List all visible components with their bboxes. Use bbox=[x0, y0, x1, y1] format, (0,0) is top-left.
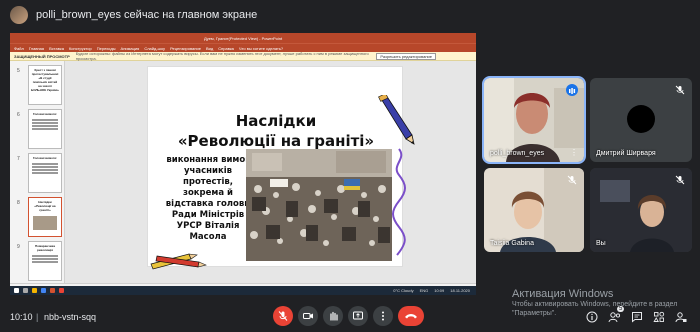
more-options-button[interactable] bbox=[373, 306, 393, 326]
participant-name: Дмитрий Ширваря bbox=[596, 150, 656, 157]
slide-title: Наслідки «Революції на граніті» bbox=[166, 111, 386, 151]
app-icon bbox=[59, 288, 64, 293]
ribbon-tab: Слайд-шоу bbox=[144, 45, 166, 51]
mic-off-icon bbox=[675, 85, 685, 95]
info-icon bbox=[586, 311, 598, 323]
separator: | bbox=[36, 312, 39, 322]
camera-icon bbox=[303, 313, 313, 319]
pencils-decoration-icon bbox=[150, 253, 207, 270]
slide-thumbnail: 9 Помаранчева революція bbox=[17, 241, 62, 281]
ribbon-tab: Переходы bbox=[96, 45, 116, 51]
activities-button[interactable] bbox=[652, 310, 666, 324]
powerpoint-body: 5 Хрест з панові протестувальникі «В сту… bbox=[10, 61, 476, 283]
hang-up-icon bbox=[405, 314, 417, 319]
thumbnail-number: 8 bbox=[17, 200, 20, 206]
shared-taskbar: 0°C Cloudy ENG 10:09 18.11.2020 bbox=[10, 286, 476, 295]
slide-thumbnail: 6 Головні вимоги: bbox=[17, 109, 62, 149]
taskbar-language: ENG bbox=[419, 288, 429, 293]
ribbon-tab: Рецензирование bbox=[170, 45, 201, 51]
window-title: Дуем, Гранит(Protected View) - PowerPoin… bbox=[203, 35, 283, 41]
more-vert-icon bbox=[382, 311, 384, 321]
folder-icon bbox=[32, 288, 37, 293]
chat-button[interactable] bbox=[630, 310, 644, 324]
ribbon-tab: Вид bbox=[205, 45, 214, 51]
squiggle-decoration-icon bbox=[392, 148, 406, 256]
enable-editing-button: Разрешить редактирование bbox=[376, 52, 436, 60]
slide-thumbnail: 7 Головні вимоги: bbox=[17, 153, 62, 193]
thumbnail-number: 7 bbox=[17, 156, 20, 162]
people-icon bbox=[608, 312, 621, 323]
more-options-icon[interactable]: ⋮ bbox=[570, 148, 578, 157]
mic-toggle-button[interactable] bbox=[273, 306, 293, 326]
current-slide: Наслідки «Революції на граніті» виконанн… bbox=[147, 66, 415, 270]
thumbnail-number: 5 bbox=[17, 68, 20, 74]
mic-off-icon bbox=[675, 175, 685, 185]
camera-toggle-button[interactable] bbox=[298, 306, 318, 326]
ribbon-tab: Анимация bbox=[120, 45, 140, 51]
clock-time: 10:10 bbox=[10, 312, 33, 322]
thumbnail-text: Хрест з панові протестувальникі «В студі… bbox=[31, 68, 59, 92]
lock-person-icon bbox=[675, 312, 687, 323]
presenter-avatar bbox=[10, 6, 28, 24]
slide-thumbnail-active: 8 Наслідки «Революції на граніті» bbox=[17, 197, 62, 237]
protest-photo bbox=[246, 149, 392, 261]
search-icon bbox=[23, 288, 28, 293]
hand-icon bbox=[330, 311, 338, 321]
presenting-bar: polli_brown_eyes сейчас на главном экран… bbox=[0, 0, 700, 30]
participant-name: polli_brown_eyes bbox=[490, 150, 545, 157]
participant-tile-taisiia[interactable]: Taisiia Gabina bbox=[484, 168, 584, 252]
meeting-code: nbb-vstn-sqq bbox=[44, 312, 97, 322]
taskbar-weather: 0°C Cloudy bbox=[393, 288, 414, 293]
ribbon-tab: Конструктор bbox=[68, 45, 92, 51]
slide-thumbnails: 5 Хрест з панові протестувальникі «В сту… bbox=[10, 61, 65, 283]
ribbon-tab: Файл bbox=[14, 45, 24, 51]
participant-avatar bbox=[627, 105, 655, 133]
participant-tile-dmitriy[interactable]: Дмитрий Ширваря bbox=[590, 78, 692, 162]
presenting-text: polli_brown_eyes сейчас на главном экран… bbox=[36, 9, 258, 21]
leave-call-button[interactable] bbox=[398, 306, 424, 326]
watermark-title: Активация Windows bbox=[512, 288, 614, 300]
present-icon bbox=[353, 311, 363, 320]
tell-me-field: Что вы хотите сделать? bbox=[238, 45, 284, 51]
windows-icon bbox=[14, 288, 19, 293]
present-screen-button[interactable] bbox=[348, 306, 368, 326]
chat-icon bbox=[632, 312, 642, 323]
protected-view-bar: ЗАЩИЩЕННЫЙ ПРОСМОТР Будьте осторожны: фа… bbox=[10, 51, 476, 61]
activities-icon bbox=[653, 311, 665, 322]
slide-title-line1: Наслідки bbox=[235, 112, 317, 130]
slide-title-line2: «Революції на граніті» bbox=[177, 132, 375, 150]
thumbnail-text: Помаранчева революція bbox=[35, 244, 55, 252]
slide-body-text: виконання вимог учасників протестів, зок… bbox=[165, 155, 251, 242]
shared-screen: Дуем, Гранит(Protected View) - PowerPoin… bbox=[10, 33, 476, 295]
participant-name: Taisiia Gabina bbox=[490, 240, 534, 247]
mic-off-icon bbox=[278, 311, 288, 321]
thumbnail-text: Наслідки «Революції на граніті» bbox=[34, 200, 56, 212]
host-controls-button[interactable] bbox=[674, 310, 688, 324]
watermark-line1: Чтобы активировать Windows, перейдите в … bbox=[512, 301, 678, 308]
participant-tile-self[interactable]: Вы bbox=[590, 168, 692, 252]
thumbnail-number: 6 bbox=[17, 112, 20, 118]
protected-label: ЗАЩИЩЕННЫЙ ПРОСМОТР bbox=[14, 53, 70, 59]
powerpoint-icon bbox=[50, 288, 55, 293]
ribbon-tab: Справка bbox=[218, 45, 234, 51]
ribbon-tab: Вставка bbox=[49, 45, 64, 51]
ribbon-tab: Главная bbox=[28, 45, 45, 51]
participant-name: Вы bbox=[596, 240, 606, 247]
participant-tile-polli[interactable]: polli_brown_eyes ⋮ bbox=[482, 76, 586, 164]
powerpoint-titlebar: Дуем, Гранит(Protected View) - PowerPoin… bbox=[10, 33, 476, 43]
thumbnail-text: Головні вимоги: bbox=[32, 156, 58, 160]
meeting-info-button[interactable] bbox=[585, 310, 599, 324]
protected-message: Будьте осторожны: файлы из Интернета мог… bbox=[75, 51, 369, 61]
browser-icon bbox=[41, 288, 46, 293]
taskbar-time: 10:09 bbox=[434, 288, 445, 293]
thumbnail-text: Головні вимоги: bbox=[32, 112, 58, 116]
pencil-decoration-icon bbox=[378, 95, 415, 145]
taskbar-date: 18.11.2020 bbox=[450, 288, 470, 293]
slide-thumbnail: 5 Хрест з панові протестувальникі «В сту… bbox=[17, 65, 62, 105]
thumbnail-number: 9 bbox=[17, 244, 20, 250]
mic-off-icon bbox=[567, 175, 577, 185]
speaking-indicator-icon bbox=[566, 84, 578, 96]
people-button[interactable]: 5 bbox=[608, 306, 625, 324]
raise-hand-button[interactable] bbox=[323, 306, 343, 326]
